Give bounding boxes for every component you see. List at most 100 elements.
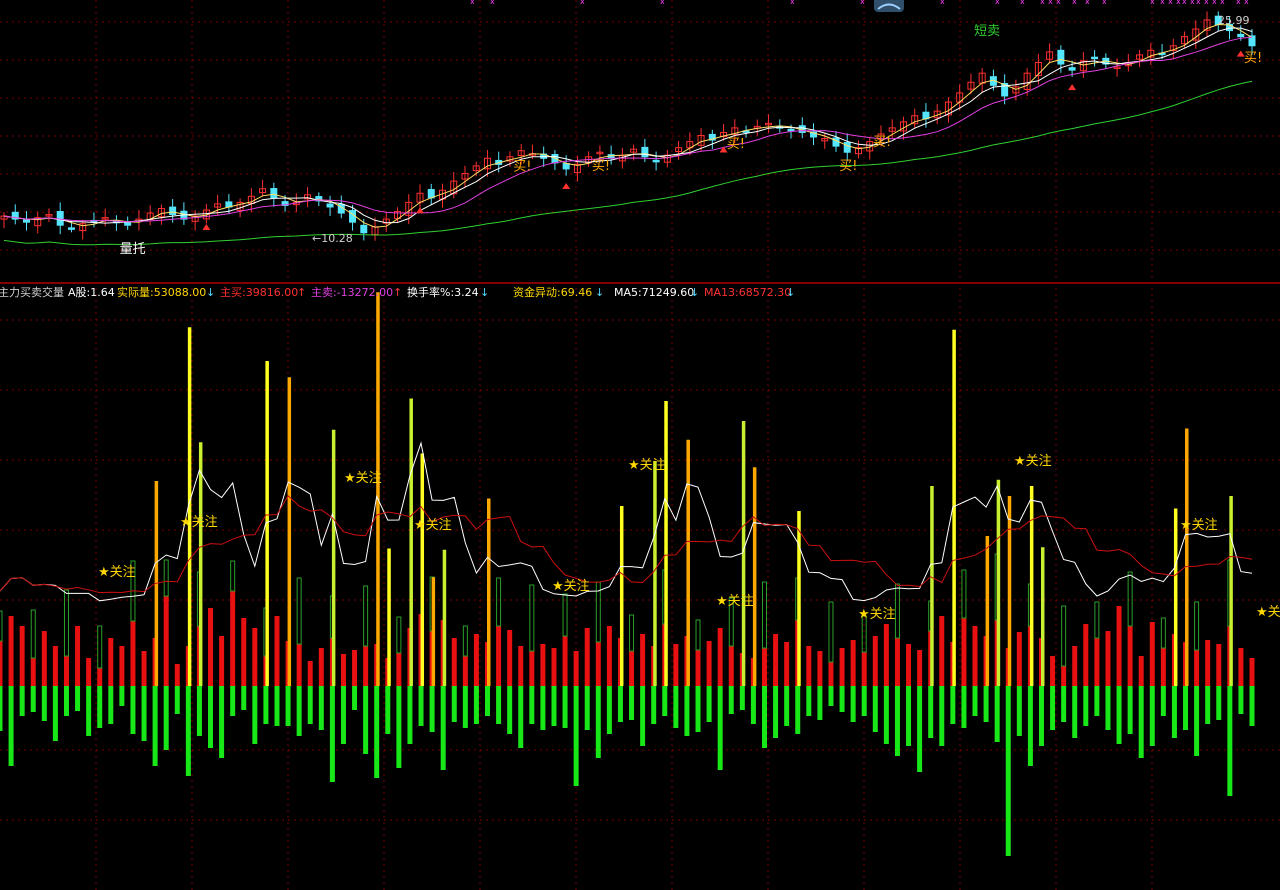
main-sell-bar bbox=[1160, 686, 1166, 716]
main-buy-bar bbox=[961, 618, 967, 686]
candle-body bbox=[652, 159, 660, 163]
main-sell-bar bbox=[540, 686, 546, 730]
main-buy-bar bbox=[695, 650, 701, 686]
main-sell-bar bbox=[1016, 686, 1022, 736]
ma-line bbox=[3, 23, 1253, 228]
event-marker: x bbox=[790, 0, 795, 6]
indicator-title: 主力买卖交量 bbox=[0, 286, 64, 299]
turnover-value: 换手率%:3.24 bbox=[407, 286, 479, 299]
attention-signal-label: ★关注 bbox=[180, 515, 218, 530]
main-sell-bar bbox=[274, 686, 280, 726]
event-marker: x bbox=[470, 0, 475, 6]
main-sell-bar bbox=[839, 686, 845, 712]
volume-outline-bar bbox=[1194, 601, 1200, 651]
main-buy-bar bbox=[562, 636, 568, 686]
main-buy-bar bbox=[1249, 658, 1255, 686]
main-buy-bar bbox=[551, 648, 557, 686]
event-marker: x bbox=[1102, 0, 1107, 6]
main-buy-bar bbox=[1205, 640, 1211, 686]
main-sell-bar bbox=[1183, 686, 1189, 730]
main-buy-bar bbox=[894, 638, 900, 686]
volume-outline-bar bbox=[1061, 605, 1067, 667]
event-marker: x bbox=[1040, 0, 1045, 6]
a-share-value: A股:1.64 bbox=[68, 286, 115, 299]
main-buy-bar bbox=[1016, 632, 1022, 686]
main-buy-bar bbox=[496, 626, 502, 686]
main-sell-bar bbox=[1205, 686, 1211, 724]
main-sell-bar bbox=[994, 686, 1000, 742]
main-buy-bar bbox=[163, 596, 169, 686]
main-sell-bar bbox=[606, 686, 612, 734]
main-sell-bar bbox=[717, 686, 723, 770]
main-sell-bar bbox=[883, 686, 889, 744]
volume-outline-bar bbox=[629, 614, 635, 652]
highlight-volume-bar bbox=[1007, 496, 1012, 686]
main-buy-bar bbox=[462, 656, 468, 686]
main-sell-bar bbox=[750, 686, 756, 724]
candle-body bbox=[562, 163, 570, 170]
main-sell-bar bbox=[806, 686, 812, 716]
candle-body bbox=[326, 203, 334, 208]
attention-signal-label: ★关注 bbox=[716, 594, 754, 609]
volume-outline-bar bbox=[97, 625, 103, 669]
main-sell-bar bbox=[1238, 686, 1244, 714]
main-sell-bar bbox=[296, 686, 302, 736]
main-buy-bar bbox=[174, 664, 180, 686]
price-signal-label: 买! bbox=[873, 135, 891, 150]
volume-outline-bar bbox=[961, 569, 967, 619]
main-buy-bar bbox=[340, 654, 346, 686]
main-sell-bar bbox=[473, 686, 479, 724]
candlestick-series bbox=[0, 11, 1256, 241]
highlight-volume-bar bbox=[1029, 486, 1034, 686]
main-buy-bar bbox=[706, 641, 712, 686]
highlight-volume-bar bbox=[1040, 547, 1045, 686]
candle-body bbox=[787, 128, 795, 132]
highlight-volume-bar bbox=[431, 577, 436, 686]
main-sell-bar bbox=[451, 686, 457, 722]
main-sell-bar bbox=[784, 686, 790, 726]
main-sell-bar bbox=[1038, 686, 1044, 746]
main-buy-bar bbox=[883, 624, 889, 686]
main-sell-bar bbox=[939, 686, 945, 746]
main-buy-bar bbox=[1238, 648, 1244, 686]
main-sell-bar bbox=[1027, 686, 1033, 766]
candle-body bbox=[843, 141, 851, 153]
event-marker: x bbox=[1085, 0, 1090, 6]
event-marker: x bbox=[1244, 0, 1249, 6]
chart-canvas[interactable]: 量托 买! 买! 买! 买! 买! 短卖买! ←10.28 25.99 ★关注 ★关注 ★关注 ★关注… bbox=[0, 0, 1280, 890]
ma13-value: MA13:68572.30 bbox=[704, 286, 792, 299]
event-marker: x bbox=[1196, 0, 1201, 6]
highlight-volume-bar bbox=[409, 398, 413, 686]
main-sell-bar bbox=[1105, 686, 1111, 730]
main-sell-bar bbox=[141, 686, 147, 741]
main-buy-bar bbox=[817, 651, 823, 686]
main-sell-bar bbox=[773, 686, 779, 738]
event-marker: x bbox=[490, 0, 495, 6]
price-signal-label: 买! bbox=[839, 159, 857, 174]
volume-outline-bar bbox=[1094, 601, 1100, 639]
attention-signal-label: ★关注 bbox=[98, 565, 136, 580]
main-sell-bar bbox=[496, 686, 502, 724]
main-sell-bar bbox=[352, 686, 358, 710]
main-sell-bar bbox=[318, 686, 324, 730]
main-sell-bar bbox=[662, 686, 668, 716]
main-sell-bar bbox=[1127, 686, 1133, 734]
main-buy-bar bbox=[606, 626, 612, 686]
arrow-down-icon: ↓ bbox=[786, 286, 796, 299]
highlight-volume-bar bbox=[387, 548, 391, 686]
main-sell-bar bbox=[761, 686, 767, 748]
buy-arrow-icon bbox=[202, 223, 211, 230]
main-buy-bar bbox=[1127, 626, 1133, 686]
main-sell-bar bbox=[396, 686, 402, 768]
main-sell-bar bbox=[429, 686, 435, 732]
attention-signal-label: ★关注 bbox=[1180, 518, 1218, 533]
event-marker: x bbox=[1176, 0, 1181, 6]
candle-body bbox=[56, 211, 64, 226]
highlight-volume-bar bbox=[487, 498, 491, 686]
highlight-volume-bar bbox=[653, 461, 657, 686]
main-sell-bar bbox=[440, 686, 446, 770]
main-sell-bar bbox=[850, 686, 856, 722]
main-sell-bar bbox=[684, 686, 690, 736]
main-buy-bar bbox=[728, 646, 734, 686]
main-buy-bar bbox=[75, 626, 81, 686]
